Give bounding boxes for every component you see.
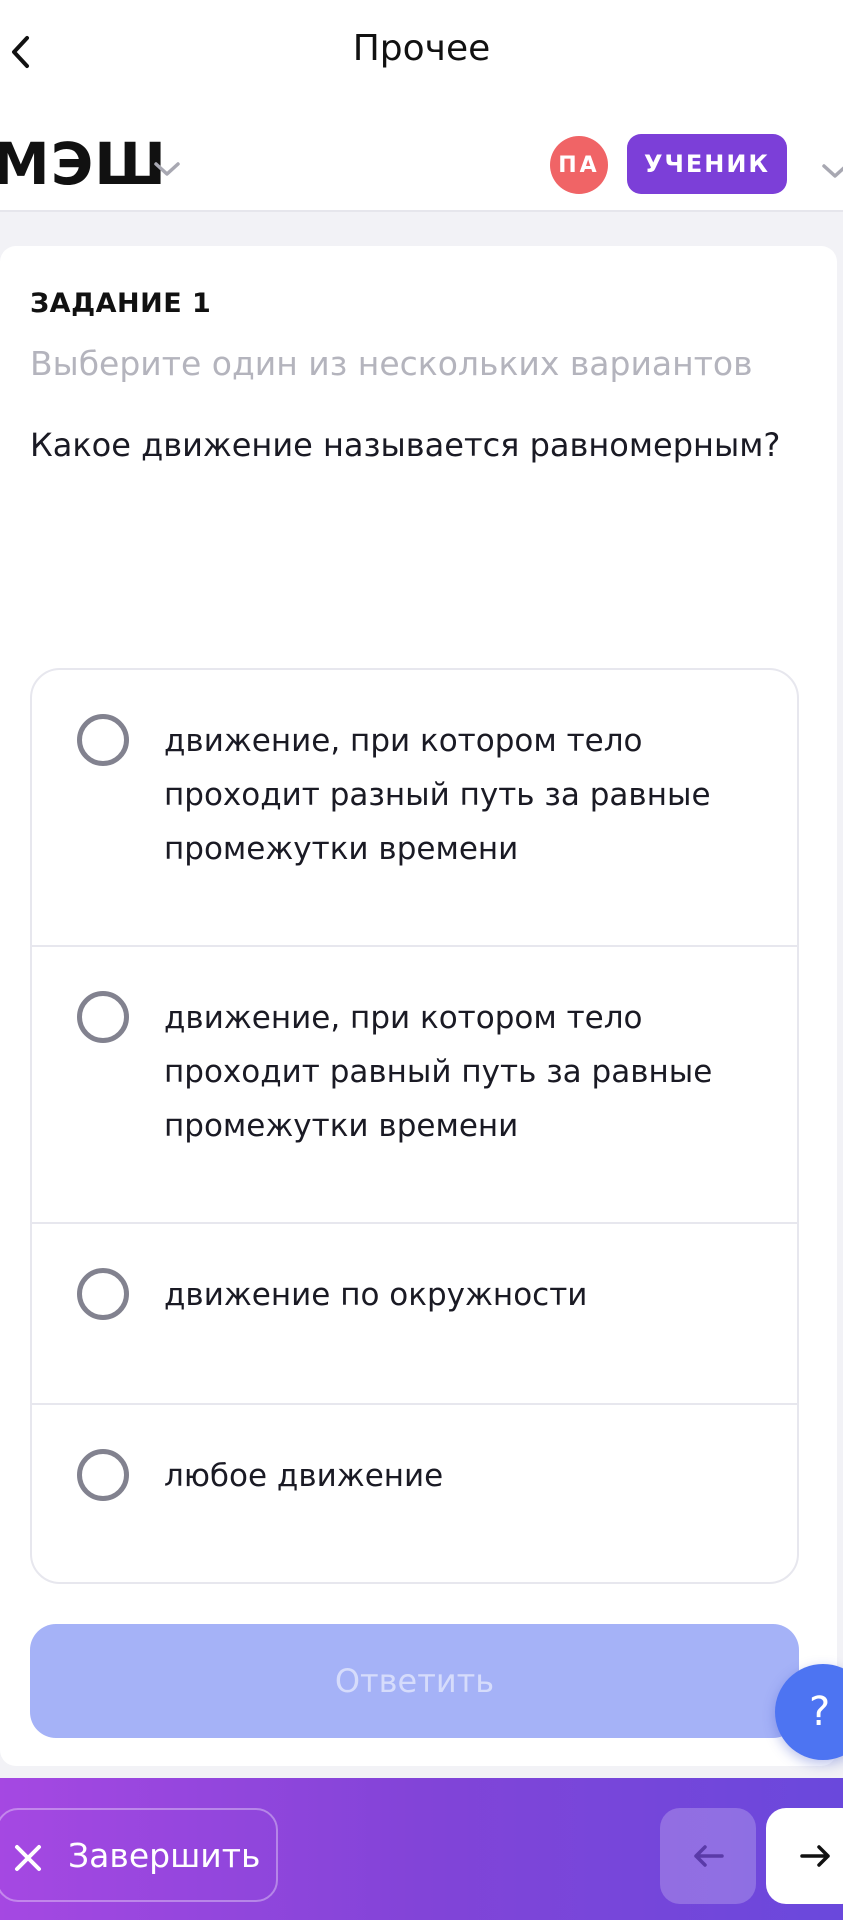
option-text: движение, при котором тело проходит равн… (164, 1000, 713, 1144)
question-text: Какое движение называется равномерным? (30, 426, 781, 464)
previous-button[interactable] (660, 1808, 756, 1904)
option-item[interactable]: движение по окружности (32, 1224, 797, 1405)
option-text: движение по окружности (164, 1277, 588, 1313)
page-title: Прочее (352, 28, 491, 69)
task-label: ЗАДАНИЕ 1 (30, 288, 212, 319)
arrow-right-icon (800, 1845, 830, 1867)
app-logo[interactable]: МЭШ (0, 134, 167, 194)
finish-button[interactable]: Завершить (0, 1808, 278, 1902)
radio-button[interactable] (77, 714, 129, 766)
finish-label: Завершить (68, 1836, 261, 1875)
radio-button[interactable] (77, 1268, 129, 1320)
chevron-down-icon[interactable] (150, 152, 184, 186)
answer-options: движение, при котором тело проходит разн… (30, 668, 799, 1584)
option-item[interactable]: движение, при котором тело проходит равн… (32, 947, 797, 1224)
answer-button[interactable]: Ответить (30, 1624, 799, 1738)
role-badge[interactable]: УЧЕНИК (627, 134, 787, 194)
next-button[interactable] (766, 1808, 843, 1904)
chevron-down-icon[interactable] (818, 154, 843, 188)
radio-button[interactable] (77, 1449, 129, 1501)
option-text: движение, при котором тело проходит разн… (164, 723, 711, 867)
avatar[interactable]: ПА (550, 136, 608, 194)
arrow-left-icon (694, 1845, 724, 1867)
option-text: любое движение (164, 1458, 444, 1494)
close-icon (15, 1845, 41, 1871)
option-item[interactable]: любое движение (32, 1405, 797, 1582)
radio-button[interactable] (77, 991, 129, 1043)
option-item[interactable]: движение, при котором тело проходит разн… (32, 670, 797, 947)
help-label: ? (809, 1689, 831, 1735)
task-hint: Выберите один из нескольких вариантов (30, 344, 753, 383)
